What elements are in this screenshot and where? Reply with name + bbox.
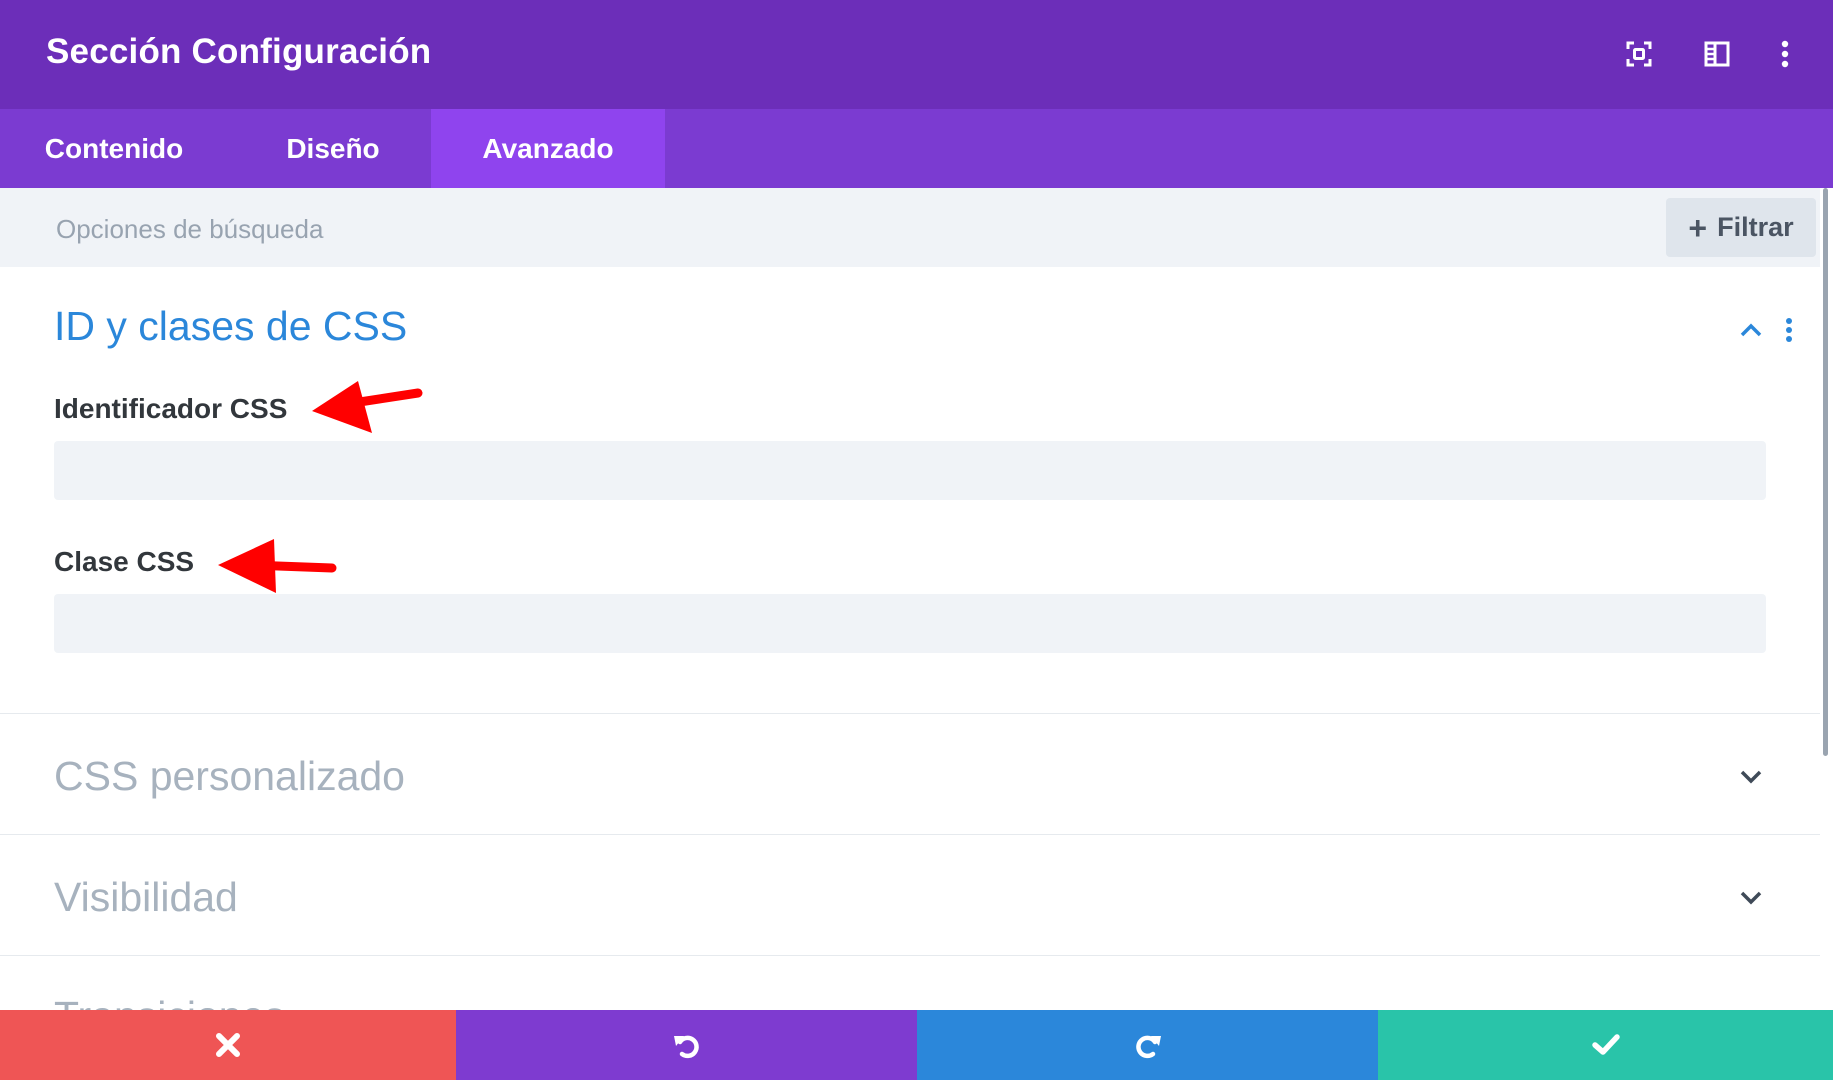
- tab-diseno-label: Diseño: [286, 132, 380, 164]
- undo-button[interactable]: [456, 1010, 917, 1080]
- section-title-css-ids[interactable]: ID y clases de CSS: [54, 303, 407, 350]
- divider: [0, 713, 1820, 714]
- css-id-input[interactable]: [54, 441, 1766, 500]
- plus-icon: +: [1688, 209, 1708, 246]
- tab-avanzado[interactable]: Avanzado: [431, 109, 665, 188]
- modal-title: Sección Configuración: [46, 32, 432, 71]
- save-button[interactable]: [1378, 1010, 1833, 1080]
- tab-contenido-label: Contenido: [44, 132, 184, 164]
- chevron-down-icon[interactable]: [1736, 762, 1766, 792]
- filter-button[interactable]: + Filtrar: [1666, 198, 1816, 257]
- tab-avanzado-label: Avanzado: [482, 132, 614, 164]
- search-bar: + Filtrar: [0, 188, 1820, 267]
- focus-icon[interactable]: [1623, 38, 1655, 70]
- section-title-custom-css[interactable]: CSS personalizado: [54, 753, 405, 800]
- field-label-css-class: Clase CSS: [54, 546, 195, 577]
- scrollbar[interactable]: [1823, 188, 1828, 756]
- section-more-icon[interactable]: [1781, 315, 1797, 345]
- search-input[interactable]: [54, 208, 1158, 250]
- tab-diseno[interactable]: Diseño: [230, 109, 436, 188]
- settings-content: ID y clases de CSS Identificador CSS Cla…: [0, 267, 1820, 1010]
- annotation-arrow-icon: [312, 381, 423, 433]
- tab-bar: Contenido Diseño Avanzado: [0, 109, 1833, 188]
- chevron-up-icon[interactable]: [1736, 315, 1766, 345]
- redo-icon: [1135, 1035, 1161, 1059]
- section-title-visibility[interactable]: Visibilidad: [54, 874, 238, 921]
- undo-icon: [673, 1035, 699, 1059]
- css-class-input[interactable]: [54, 594, 1766, 653]
- redo-button[interactable]: [917, 1010, 1378, 1080]
- modal-header: Sección Configuración: [0, 0, 1833, 109]
- tab-contenido[interactable]: Contenido: [0, 109, 230, 188]
- action-bar: [0, 1010, 1833, 1080]
- section-title-transitions[interactable]: Transiciones: [54, 993, 285, 1010]
- split-view-icon[interactable]: [1701, 38, 1733, 70]
- filter-button-label: Filtrar: [1717, 212, 1794, 242]
- field-label-css-id: Identificador CSS: [54, 393, 288, 424]
- close-icon: [216, 1033, 240, 1057]
- annotation-arrow-icon: [218, 539, 337, 593]
- divider: [0, 834, 1820, 835]
- chevron-down-icon[interactable]: [1736, 883, 1766, 913]
- divider: [0, 955, 1820, 956]
- cancel-button[interactable]: [0, 1010, 456, 1080]
- more-options-icon[interactable]: [1769, 38, 1801, 70]
- check-icon: [1591, 1034, 1620, 1055]
